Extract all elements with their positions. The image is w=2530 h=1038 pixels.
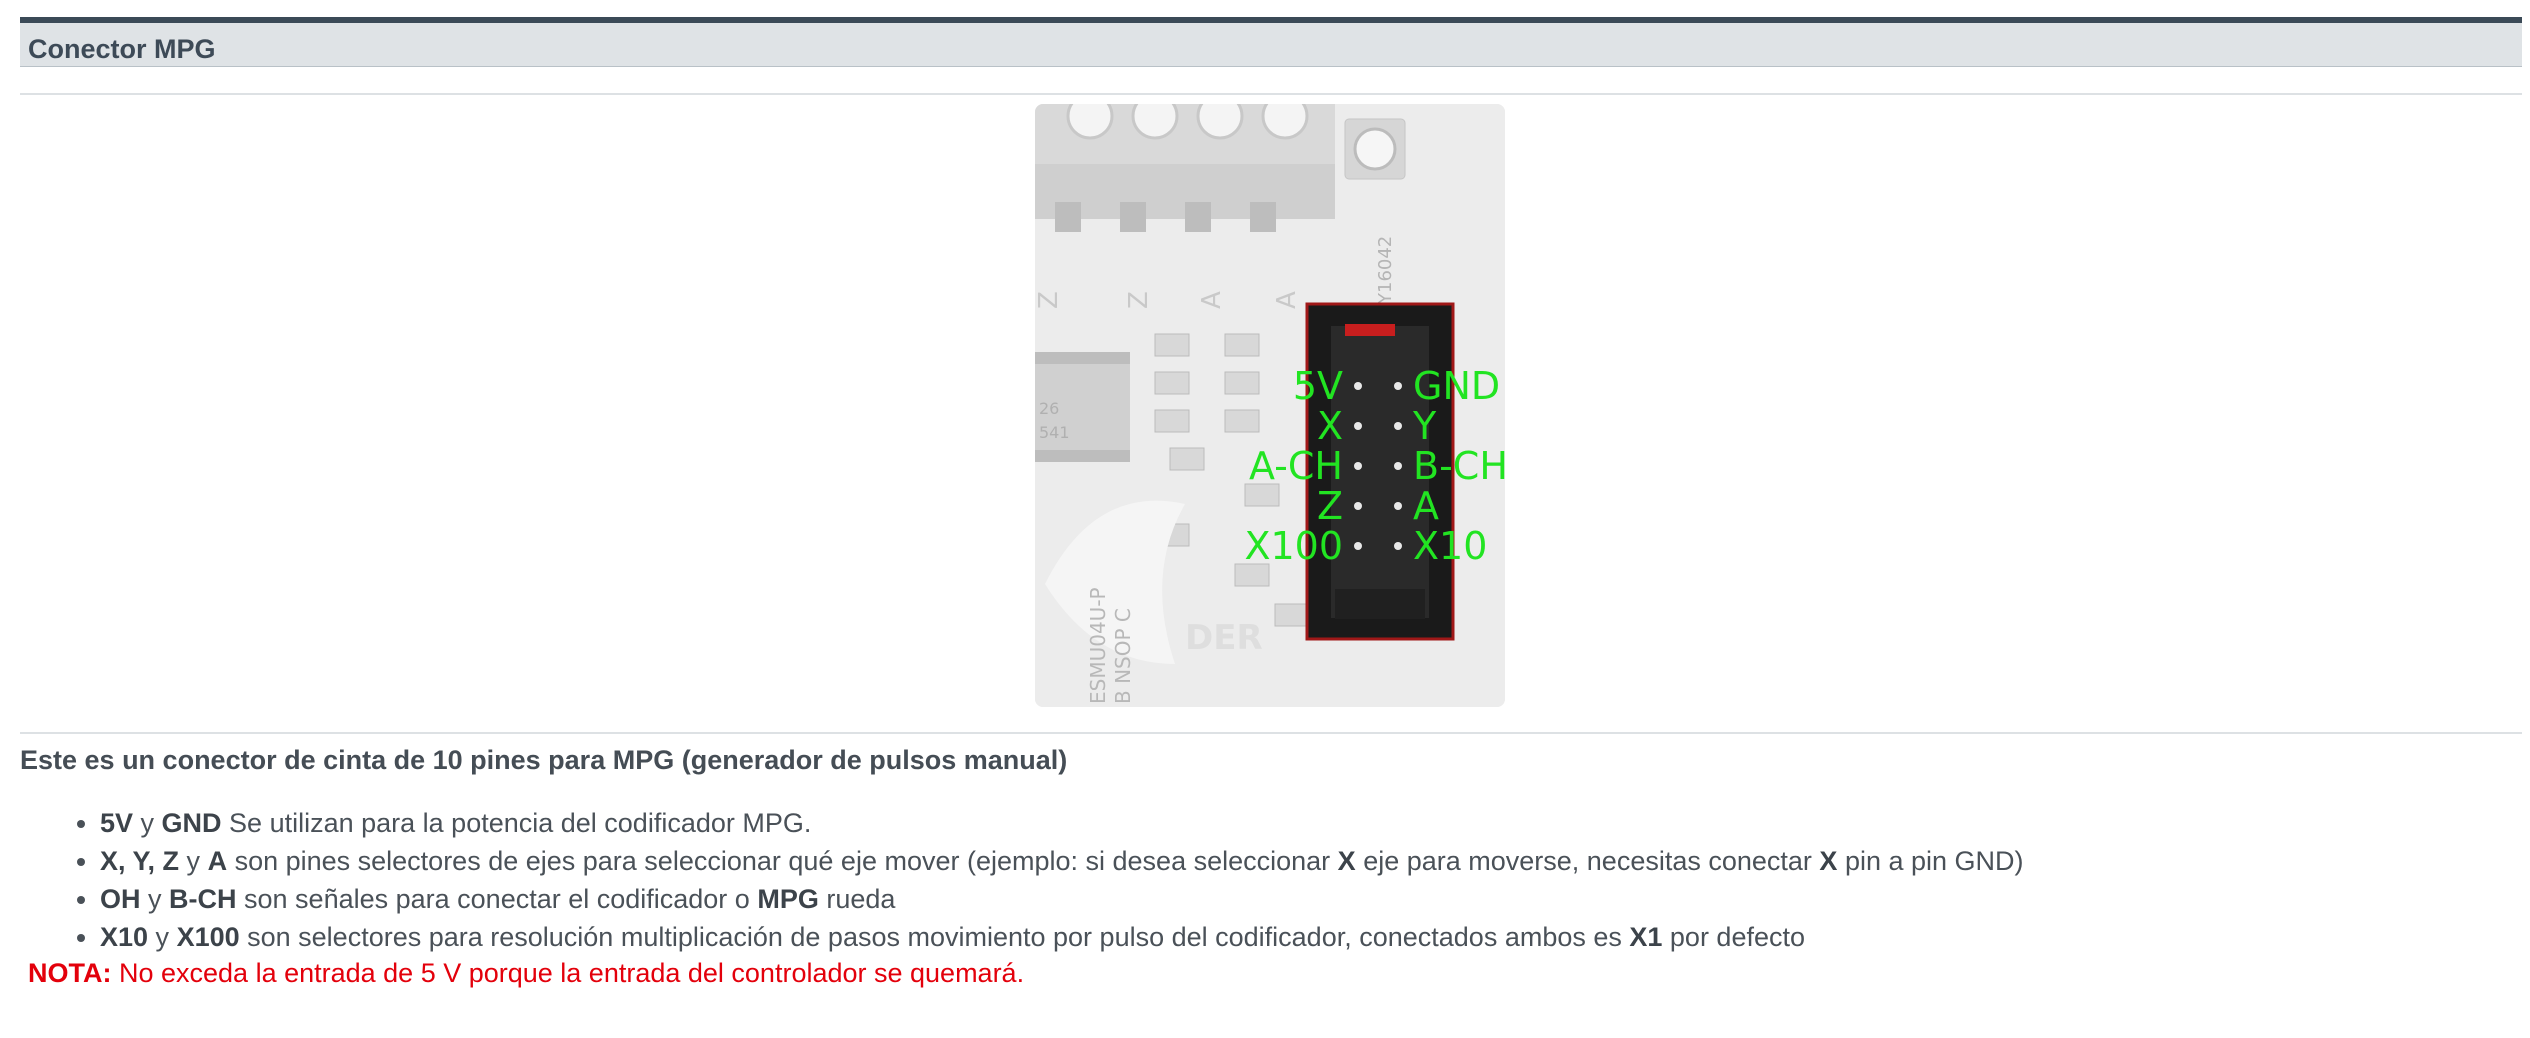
silkscreen-text: Y16042: [1375, 236, 1396, 305]
note-label: NOTA:: [28, 958, 112, 988]
silkscreen-text: DER: [1185, 618, 1263, 658]
silkscreen-text: B NSOP C: [1111, 608, 1135, 704]
divider: [20, 732, 2522, 734]
connector-illustration: Z Z A A Y16042 26 541 ESMU04U-P B NSOP C…: [1035, 104, 1505, 707]
pin-label: 5V: [1293, 364, 1343, 408]
pin-label: Z: [1317, 484, 1343, 528]
silkscreen-text: Z: [1124, 291, 1154, 309]
pin-label: X100: [1244, 524, 1343, 568]
silkscreen-text: A: [1272, 291, 1302, 309]
silkscreen-text: A: [1197, 291, 1227, 309]
silkscreen-text: Z: [1035, 291, 1064, 309]
pin-label: B-CH: [1413, 444, 1505, 488]
pin-label: A-CH: [1249, 444, 1343, 488]
intro-text: Este es un conector de cinta de 10 pines…: [20, 745, 1068, 775]
warning-note: NOTA: No exceda la entrada de 5 V porque…: [28, 958, 1024, 989]
silkscreen-text: 541: [1039, 423, 1070, 442]
list-item: 5V y GND Se utilizan para la potencia de…: [100, 804, 2024, 842]
section-header: Conector MPG: [20, 17, 2522, 67]
pin-label: X10: [1413, 524, 1487, 568]
pin-label: Y: [1412, 404, 1437, 448]
list-item: X, Y, Z y A son pines selectores de ejes…: [100, 842, 2024, 880]
note-text: No exceda la entrada de 5 V porque la en…: [111, 958, 1025, 988]
list-item: OH y B-CH son señales para conectar el c…: [100, 880, 2024, 918]
mpg-connector-photo: Z Z A A Y16042 26 541 ESMU04U-P B NSOP C…: [1035, 104, 1505, 707]
pin-description-list: 5V y GND Se utilizan para la potencia de…: [62, 804, 2024, 956]
pin-label: GND: [1413, 364, 1500, 408]
silkscreen-text: 26: [1039, 399, 1059, 418]
section-title: Conector MPG: [28, 34, 216, 64]
pin-label: A: [1413, 484, 1439, 528]
list-item: X10 y X100 son selectores para resolució…: [100, 918, 2024, 956]
silkscreen-text: ESMU04U-P: [1086, 587, 1110, 704]
divider: [20, 93, 2522, 95]
pin-label: X: [1317, 404, 1343, 448]
